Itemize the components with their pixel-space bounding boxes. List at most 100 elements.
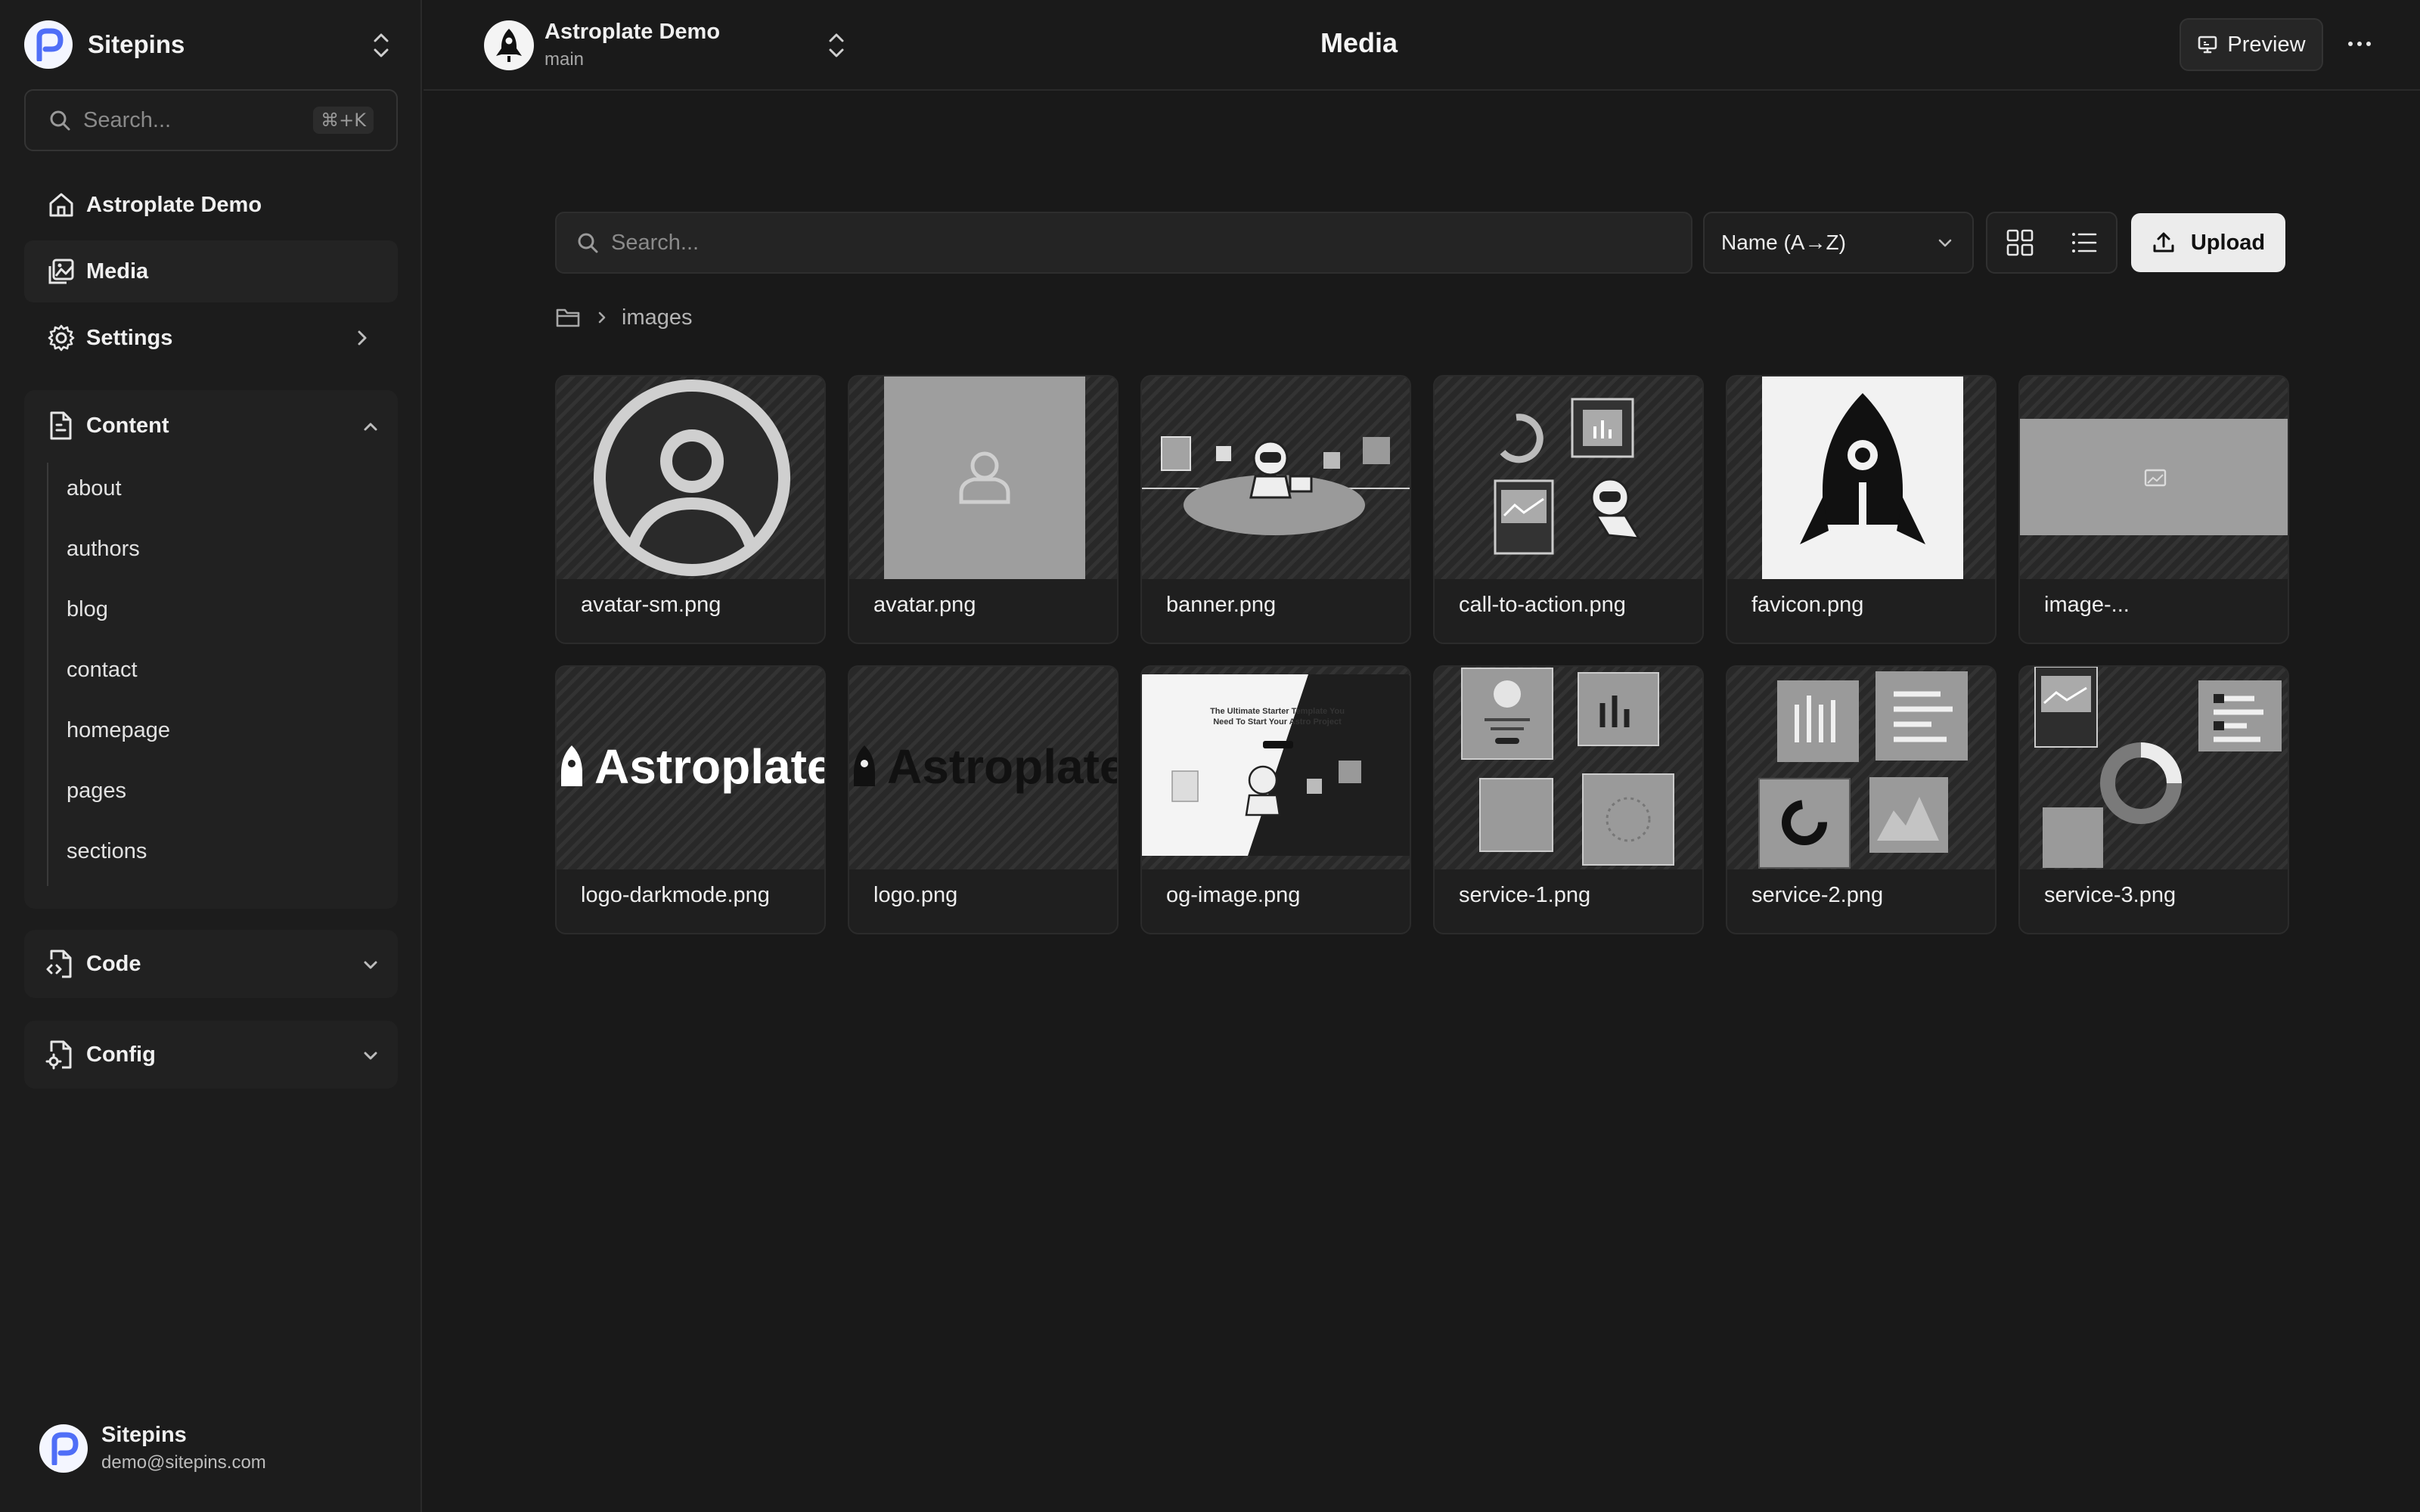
og-image-thumbnail: The Ultimate Starter Template You Need T… [1142, 667, 1410, 869]
preview-button[interactable]: Preview [2180, 18, 2323, 71]
chevron-right-icon [594, 308, 610, 327]
project-name: Astroplate Demo [544, 20, 721, 44]
upload-label: Upload [2190, 230, 2266, 255]
search-icon [576, 231, 599, 254]
media-card-image[interactable]: image-... [2018, 375, 2289, 644]
folder-icon[interactable] [555, 306, 581, 329]
chevron-down-icon [1934, 232, 1956, 253]
project-switcher[interactable]: Astroplate Demo main [484, 20, 844, 70]
file-name: image-... [2044, 593, 2130, 617]
app-name: Sitepins [88, 30, 185, 58]
sidebar-search-placeholder: Search... [83, 107, 172, 132]
chevron-up-down-icon[interactable] [368, 30, 395, 60]
config-section-label: Config [86, 1042, 156, 1067]
media-card-service-2[interactable]: service-2.png [1726, 665, 1996, 934]
file-name: service-3.png [2044, 883, 2176, 907]
favicon-thumbnail [1727, 376, 1995, 579]
chevron-down-icon [360, 954, 381, 975]
config-section-toggle[interactable]: Config [24, 1021, 398, 1089]
media-icon [47, 257, 76, 286]
file-code-icon [45, 411, 74, 441]
branch-name: main [544, 49, 585, 70]
sidebar-item-project[interactable]: Astroplate Demo [24, 174, 398, 236]
workspace-switcher[interactable]: Sitepins [24, 20, 395, 70]
sidebar-item-media[interactable]: Media [24, 240, 398, 302]
upload-button[interactable]: Upload [2131, 213, 2285, 272]
media-card-call-to-action[interactable]: call-to-action.png [1433, 375, 1704, 644]
preview-label: Preview [2227, 32, 2306, 57]
media-card-service-3[interactable]: service-3.png [2018, 665, 2289, 934]
logo-thumbnail: Astroplate [849, 667, 1117, 869]
og-heading-1: The Ultimate Starter Template You [1210, 707, 1345, 716]
media-card-avatar[interactable]: avatar.png [848, 375, 1118, 644]
sort-select[interactable]: Name (A→Z) [1703, 212, 1974, 274]
logo-text: Astroplate [887, 739, 1117, 794]
sort-value: Name (A→Z) [1721, 231, 1846, 254]
image-thumbnail [2020, 376, 2288, 579]
monitor-icon [2197, 34, 2218, 55]
content-item-homepage[interactable]: homepage [67, 712, 170, 748]
content-tree-line [47, 463, 48, 886]
top-bar: Astroplate Demo main Media Preview [424, 0, 2420, 91]
code-section-toggle[interactable]: Code [24, 930, 398, 998]
content-item-blog[interactable]: blog [67, 591, 108, 627]
chevron-down-icon [360, 1045, 381, 1066]
media-card-avatar-sm[interactable]: avatar-sm.png [555, 375, 826, 644]
sidebar-item-label: Astroplate Demo [86, 192, 262, 217]
home-icon [47, 191, 76, 219]
user-profile[interactable]: Sitepins demo@sitepins.com [39, 1423, 266, 1473]
chevron-up-icon [360, 416, 381, 437]
file-name: service-2.png [1751, 883, 1884, 907]
more-options-icon[interactable] [2344, 30, 2375, 57]
config-section[interactable]: Config [24, 1021, 398, 1089]
project-avatar [484, 20, 534, 70]
gear-icon [47, 324, 76, 352]
banner-thumbnail [1142, 376, 1410, 579]
content-section-label: Content [86, 413, 169, 438]
service-3-thumbnail [2020, 667, 2288, 869]
breadcrumb-images[interactable]: images [622, 305, 693, 330]
avatar-thumbnail [849, 376, 1117, 579]
user-avatar [39, 1424, 88, 1473]
media-card-favicon[interactable]: favicon.png [1726, 375, 1996, 644]
media-search-input[interactable]: Search... [555, 212, 1692, 274]
media-card-logo[interactable]: Astroplate logo.png [848, 665, 1118, 934]
file-name: logo.png [873, 883, 958, 907]
page-title: Media [1320, 27, 1398, 58]
chevron-right-icon [351, 327, 374, 349]
sidebar-item-label: Settings [86, 325, 173, 350]
og-heading-2: Need To Start Your Astro Project [1213, 717, 1342, 727]
content-item-sections[interactable]: sections [67, 833, 147, 869]
content-item-contact[interactable]: contact [67, 652, 138, 688]
user-name: Sitepins [101, 1423, 187, 1447]
file-name: banner.png [1166, 593, 1277, 617]
file-name: og-image.png [1166, 883, 1301, 907]
config-file-icon [45, 1040, 74, 1070]
media-search-placeholder: Search... [611, 230, 700, 255]
media-card-logo-darkmode[interactable]: Astroplate logo-darkmode.png [555, 665, 826, 934]
content-section: Content about authors blog contact homep… [24, 390, 398, 909]
logo-darkmode-thumbnail: Astroplate [557, 667, 824, 869]
media-card-og-image[interactable]: The Ultimate Starter Template You Need T… [1140, 665, 1411, 934]
content-item-authors[interactable]: authors [67, 531, 140, 567]
breadcrumb: images [555, 301, 693, 334]
code-section[interactable]: Code [24, 930, 398, 998]
view-toggle [1986, 212, 2118, 274]
search-icon [48, 109, 71, 132]
content-section-toggle[interactable]: Content [24, 390, 398, 461]
avatar-sm-thumbnail [557, 376, 824, 579]
chevron-up-down-icon[interactable] [823, 30, 850, 60]
grid-icon [2006, 228, 2034, 257]
sidebar-search[interactable]: Search... ⌘+K [24, 89, 398, 151]
file-name: avatar.png [873, 593, 976, 617]
content-item-about[interactable]: about [67, 470, 122, 507]
media-card-banner[interactable]: banner.png [1140, 375, 1411, 644]
grid-view-button[interactable] [1987, 213, 2052, 272]
media-card-service-1[interactable]: service-1.png [1433, 665, 1704, 934]
content-item-pages[interactable]: pages [67, 773, 126, 809]
file-name: call-to-action.png [1459, 593, 1626, 617]
logo-text: Astroplate [594, 739, 824, 794]
sidebar-item-settings[interactable]: Settings [24, 307, 398, 369]
list-view-button[interactable] [2052, 213, 2116, 272]
code-section-label: Code [86, 951, 141, 976]
